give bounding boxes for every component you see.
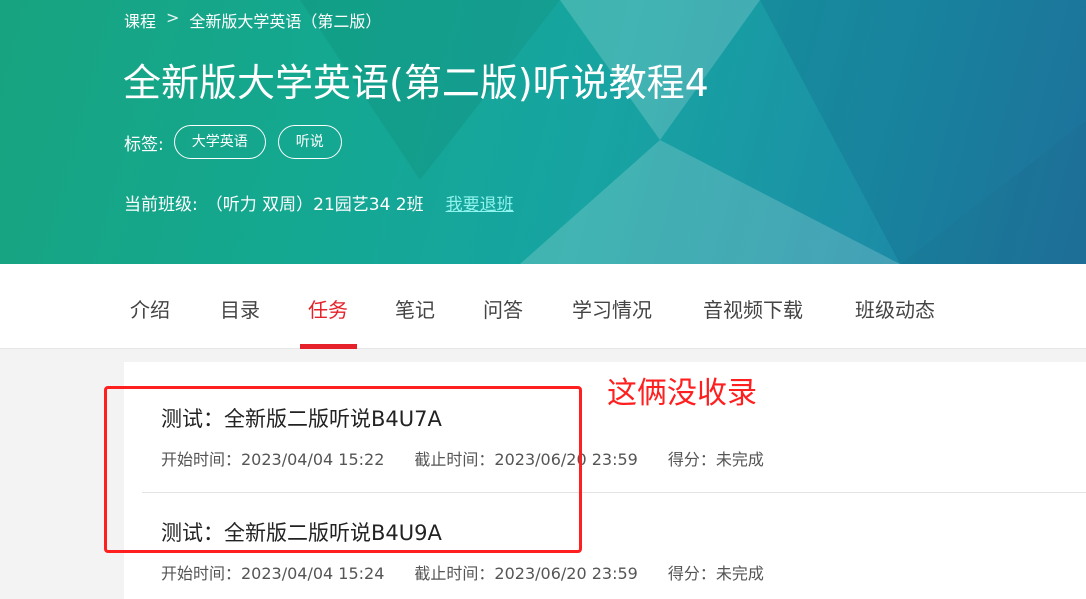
breadcrumb: 课程 > 全新版大学英语（第二版）: [124, 8, 381, 32]
tags-label: 标签:: [124, 134, 164, 155]
tab-qa[interactable]: 问答: [483, 294, 523, 323]
current-class-label: 当前班级:: [124, 195, 198, 215]
course-title: 全新版大学英语(第二版)听说教程4: [123, 61, 709, 105]
tab-notes[interactable]: 笔记: [395, 294, 435, 323]
annotation-highlight-box: [104, 386, 582, 553]
tab-intro[interactable]: 介绍: [130, 294, 170, 323]
task-deadline: 截止时间：2023/06/20 23:59: [414, 564, 638, 583]
current-class-name: （听力 双周）21园艺34 2班: [205, 195, 424, 215]
tag-row: 标签: 大学英语 听说: [124, 125, 354, 159]
course-nav-tabs: 介绍 目录 任务 笔记 问答 学习情况 音视频下载 班级动态: [0, 264, 1086, 349]
tab-catalog[interactable]: 目录: [220, 294, 260, 323]
task-score: 得分：未完成: [667, 564, 764, 583]
active-tab-indicator: [300, 344, 357, 349]
task-score: 得分：未完成: [667, 450, 764, 469]
task-meta: 开始时间：2023/04/04 15:24 截止时间：2023/06/20 23…: [161, 560, 794, 584]
tab-tasks[interactable]: 任务: [308, 294, 348, 323]
tag-daxueyingyu[interactable]: 大学英语: [173, 125, 266, 159]
tab-learning-status[interactable]: 学习情况: [572, 294, 652, 323]
task-start-time: 开始时间：2023/04/04 15:24: [161, 564, 385, 583]
tab-media-download[interactable]: 音视频下载: [703, 294, 803, 323]
course-header: 课程 > 全新版大学英语（第二版） 全新版大学英语(第二版)听说教程4 标签: …: [0, 0, 1086, 264]
annotation-text: 这俩没收录: [607, 376, 757, 411]
tag-tingshuo[interactable]: 听说: [277, 125, 342, 159]
breadcrumb-current[interactable]: 全新版大学英语（第二版）: [189, 8, 381, 32]
quit-class-link[interactable]: 我要退班: [446, 190, 514, 215]
breadcrumb-root-link[interactable]: 课程: [124, 8, 156, 32]
current-class-row: 当前班级: （听力 双周）21园艺34 2班 我要退班: [124, 190, 514, 215]
breadcrumb-separator: >: [166, 8, 180, 27]
tab-class-news[interactable]: 班级动态: [855, 294, 935, 323]
